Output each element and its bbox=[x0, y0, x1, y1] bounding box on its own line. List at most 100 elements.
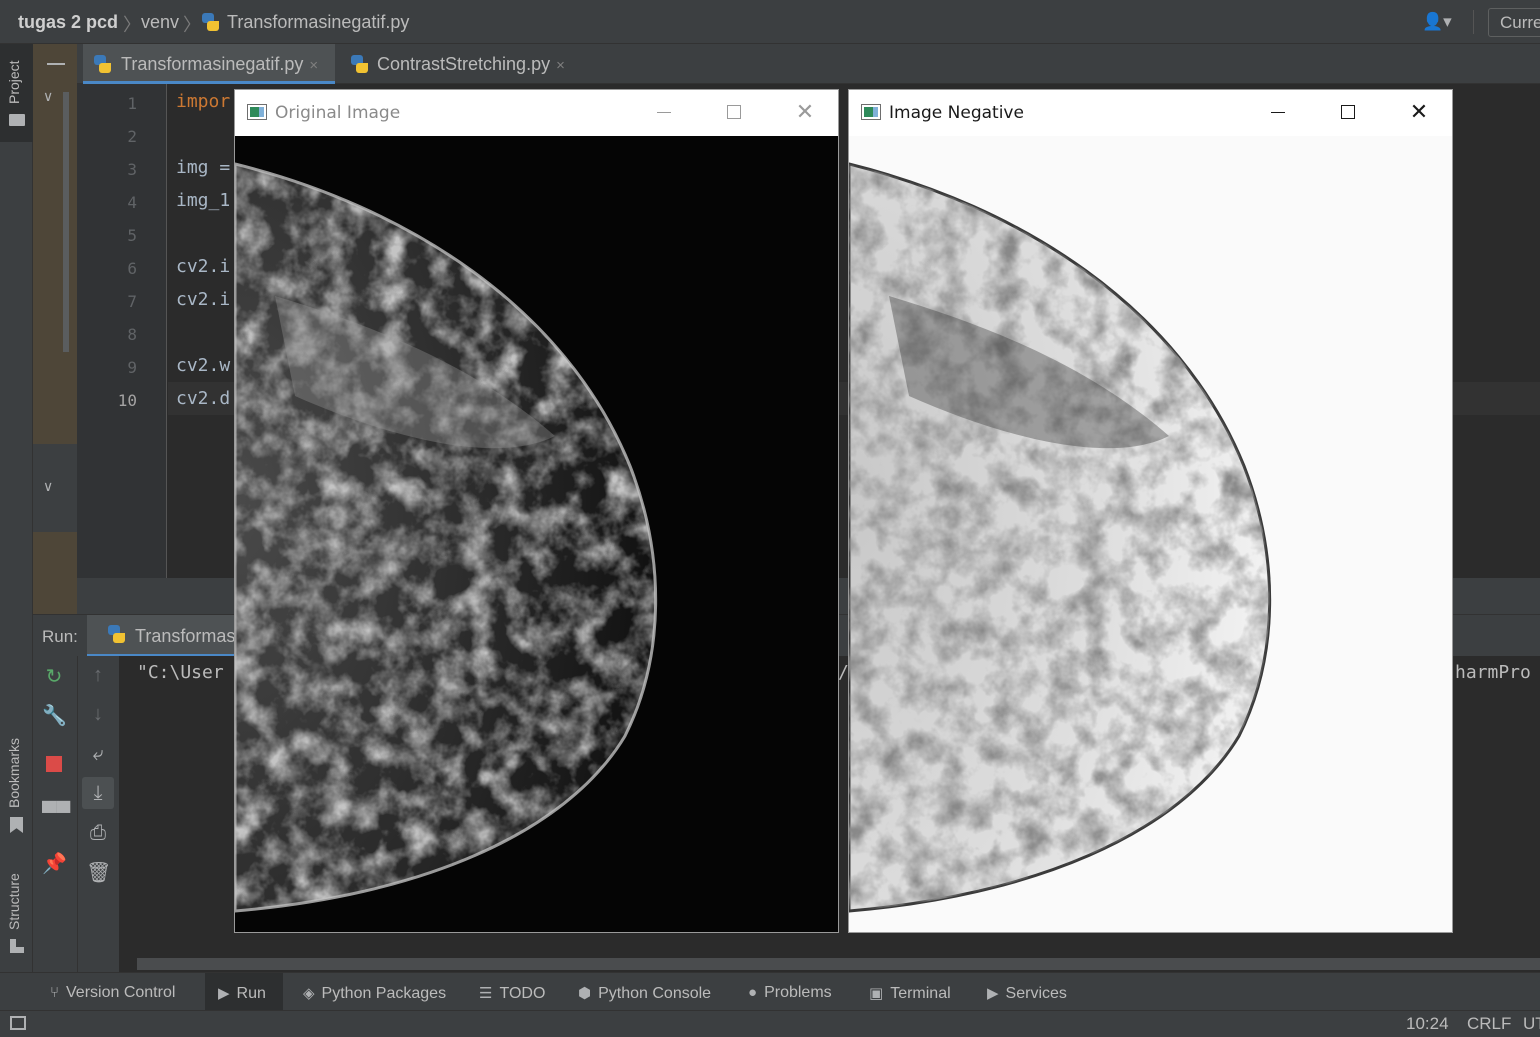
arrow-down-icon[interactable]: ↓ bbox=[86, 703, 110, 726]
tab-problems[interactable]: ● Problems bbox=[748, 973, 832, 1011]
tab-todo[interactable]: ☰ TODO bbox=[479, 973, 545, 1011]
python-file-icon bbox=[202, 13, 219, 31]
tab-contraststretching[interactable]: ContrastStretching.py × bbox=[341, 44, 581, 84]
line-number: 2 bbox=[127, 127, 137, 146]
print-icon[interactable]: ⎙ bbox=[86, 822, 110, 845]
line-number: 10 bbox=[117, 391, 137, 410]
tab-label: Version Control bbox=[66, 984, 176, 1001]
tab-version-control[interactable]: ⑂ Version Control bbox=[50, 973, 175, 1011]
tab-label: TODO bbox=[499, 985, 546, 1002]
trash-icon[interactable]: 🗑 bbox=[86, 860, 111, 885]
left-tool-strip bbox=[0, 44, 33, 972]
layers-icon: ◈ bbox=[303, 985, 315, 1002]
tab-terminal[interactable]: ▣ Terminal bbox=[869, 973, 951, 1011]
line-number: 7 bbox=[127, 292, 137, 311]
breadcrumb-separator: 〉 bbox=[183, 15, 201, 35]
breadcrumb-separator: 〉 bbox=[123, 15, 141, 35]
tab-label: ContrastStretching.py bbox=[377, 54, 551, 74]
services-icon: ▶ bbox=[987, 985, 999, 1002]
window-title: Original Image bbox=[275, 103, 401, 123]
console-output: "C:\User bbox=[137, 662, 224, 683]
terminal-icon: ▣ bbox=[869, 985, 884, 1002]
python-icon bbox=[108, 625, 125, 643]
stop-icon[interactable] bbox=[46, 756, 62, 772]
tab-python-packages[interactable]: ◈ Python Packages bbox=[303, 973, 446, 1011]
code-line: cv2.d bbox=[176, 388, 231, 409]
tab-label: Python Console bbox=[598, 985, 712, 1002]
project-tab-label[interactable]: Project bbox=[6, 60, 22, 104]
run-tab-label: Transformas bbox=[135, 626, 236, 646]
run-label: Run: bbox=[42, 627, 78, 646]
tab-label: Terminal bbox=[890, 985, 951, 1002]
breadcrumb-folder[interactable]: venv bbox=[141, 12, 179, 33]
chevron-down-icon[interactable]: ∨ bbox=[43, 478, 53, 495]
original-image-window[interactable]: Original Image ✕ bbox=[234, 89, 839, 933]
line-number: 9 bbox=[127, 358, 137, 377]
chevron-down-icon[interactable]: ∨ bbox=[43, 88, 53, 105]
navigation-bar: tugas 2 pcd 〉 venv 〉 Transformasinegatif… bbox=[0, 0, 1540, 44]
file-encoding[interactable]: UT bbox=[1523, 1014, 1540, 1034]
close-icon[interactable]: ✕ bbox=[790, 100, 820, 126]
branch-icon: ⑂ bbox=[50, 984, 60, 1001]
tab-python-console[interactable]: ⬢ Python Console bbox=[578, 973, 711, 1011]
code-line: cv2.i bbox=[176, 289, 231, 310]
tab-label: Services bbox=[1005, 985, 1067, 1002]
window-titlebar[interactable]: Image Negative ✕ bbox=[849, 90, 1452, 136]
wrench-icon[interactable]: 🔧 bbox=[42, 703, 67, 728]
original-image-canvas bbox=[235, 136, 838, 932]
close-icon[interactable]: × bbox=[309, 57, 318, 74]
line-number: 6 bbox=[127, 259, 137, 278]
minimize-icon[interactable] bbox=[657, 112, 671, 113]
code-line: impor bbox=[176, 91, 231, 112]
code-line: cv2.i bbox=[176, 256, 231, 277]
code-line: img_1 bbox=[176, 190, 231, 211]
divider bbox=[1473, 10, 1474, 34]
horizontal-scrollbar[interactable] bbox=[137, 958, 1540, 970]
folder-icon bbox=[9, 114, 25, 126]
python-file-icon bbox=[94, 55, 111, 73]
window-titlebar[interactable]: Original Image ✕ bbox=[235, 90, 838, 136]
soft-wrap-icon[interactable]: ⤶ bbox=[86, 743, 110, 766]
tab-run[interactable]: ▶ Run bbox=[205, 973, 283, 1011]
line-number: 4 bbox=[127, 193, 137, 212]
scroll-to-end-icon[interactable]: ⤓ bbox=[82, 777, 114, 809]
bookmarks-tab-label[interactable]: Bookmarks bbox=[6, 738, 22, 808]
tab-transformasinegatif[interactable]: Transformasinegatif.py × bbox=[83, 44, 335, 84]
line-number: 5 bbox=[127, 226, 137, 245]
window-app-icon bbox=[247, 104, 267, 120]
line-number: 3 bbox=[127, 160, 137, 179]
close-icon[interactable]: ✕ bbox=[1404, 100, 1434, 126]
list-icon: ☰ bbox=[479, 985, 493, 1002]
console-output: harmPro bbox=[1455, 662, 1531, 683]
close-icon[interactable]: × bbox=[556, 57, 565, 74]
project-panel: ∨ ∨ bbox=[33, 44, 77, 614]
code-line: img = bbox=[176, 157, 231, 178]
maximize-icon[interactable] bbox=[727, 105, 741, 119]
scrollbar[interactable] bbox=[63, 92, 69, 352]
structure-tab-label[interactable]: Structure bbox=[6, 873, 22, 930]
line-number: 1 bbox=[127, 94, 137, 113]
arrow-up-icon[interactable]: ↑ bbox=[86, 664, 110, 687]
caret-position[interactable]: 10:24 bbox=[1406, 1014, 1449, 1034]
user-icon[interactable]: 👤▾ bbox=[1422, 12, 1460, 32]
toggle-panels-icon[interactable] bbox=[10, 1016, 26, 1030]
hide-panel-icon[interactable] bbox=[47, 63, 65, 65]
pin-icon[interactable]: 📌 bbox=[42, 851, 67, 876]
image-negative-window[interactable]: Image Negative ✕ bbox=[848, 89, 1453, 933]
line-separator[interactable]: CRLF bbox=[1467, 1014, 1511, 1034]
breadcrumb-project[interactable]: tugas 2 pcd bbox=[18, 12, 118, 33]
python-icon: ⬢ bbox=[578, 985, 592, 1002]
run-configuration-button[interactable]: Curre bbox=[1488, 8, 1540, 37]
breadcrumb-file[interactable]: Transformasinegatif.py bbox=[227, 12, 409, 33]
maximize-icon[interactable] bbox=[1341, 105, 1355, 119]
tab-label: Transformasinegatif.py bbox=[121, 54, 304, 74]
editor-tab-bar: Transformasinegatif.py × ContrastStretchi… bbox=[77, 44, 1540, 84]
rerun-icon[interactable]: ↻ bbox=[42, 664, 66, 689]
line-number: 8 bbox=[127, 325, 137, 344]
window-title: Image Negative bbox=[889, 103, 1024, 123]
layout-icon[interactable]: ▀▀ bbox=[42, 802, 70, 825]
code-line: cv2.w bbox=[176, 355, 231, 376]
status-bar: 10:24 CRLF UT bbox=[0, 1010, 1540, 1037]
minimize-icon[interactable] bbox=[1271, 112, 1285, 113]
tab-services[interactable]: ▶ Services bbox=[987, 973, 1067, 1011]
